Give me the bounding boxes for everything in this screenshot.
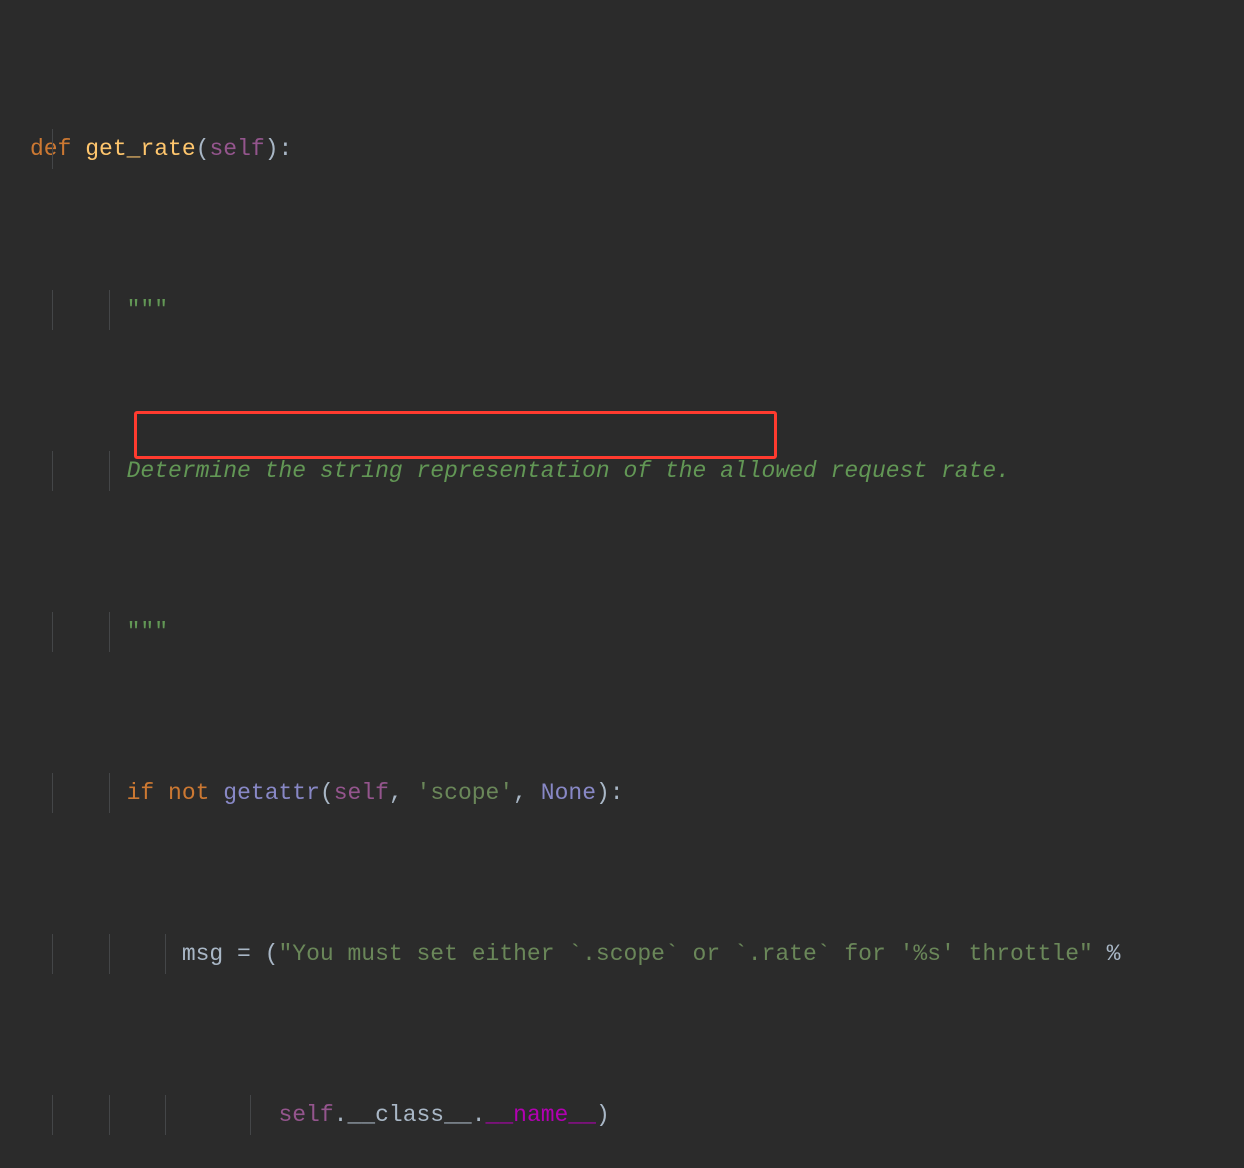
param-self: self (209, 129, 264, 169)
docstring-text: Determine the string representation of t… (127, 451, 1010, 491)
code-editor[interactable]: def get_rate(self): """ Determine the st… (0, 0, 1244, 1168)
function-name: get_rate (85, 129, 195, 169)
self-ref: self (334, 773, 389, 813)
keyword-not: not (168, 773, 209, 813)
code-line[interactable]: """ (0, 612, 1244, 652)
code-line[interactable]: msg = ("You must set either `.scope` or … (0, 934, 1244, 974)
keyword-if: if (127, 773, 155, 813)
code-line[interactable]: def get_rate(self): (0, 129, 1244, 169)
string-literal: "You must set either `.scope` or `.rate`… (278, 934, 1092, 974)
self-ref: self (278, 1095, 333, 1135)
dunder-class: __class__ (347, 1095, 471, 1135)
code-line[interactable]: Determine the string representation of t… (0, 451, 1244, 491)
builtin-none: None (541, 773, 596, 813)
code-line[interactable]: if not getattr(self, 'scope', None): (0, 773, 1244, 813)
docstring-quote: """ (127, 612, 168, 652)
code-line[interactable]: self.__class__.__name__) (0, 1095, 1244, 1135)
var-msg: msg (182, 934, 223, 974)
dunder-name: __name__ (486, 1095, 596, 1135)
builtin-getattr: getattr (223, 773, 320, 813)
code-line[interactable]: """ (0, 290, 1244, 330)
docstring-quote: """ (127, 290, 168, 330)
keyword-def: def (30, 129, 71, 169)
string-literal: 'scope' (417, 773, 514, 813)
